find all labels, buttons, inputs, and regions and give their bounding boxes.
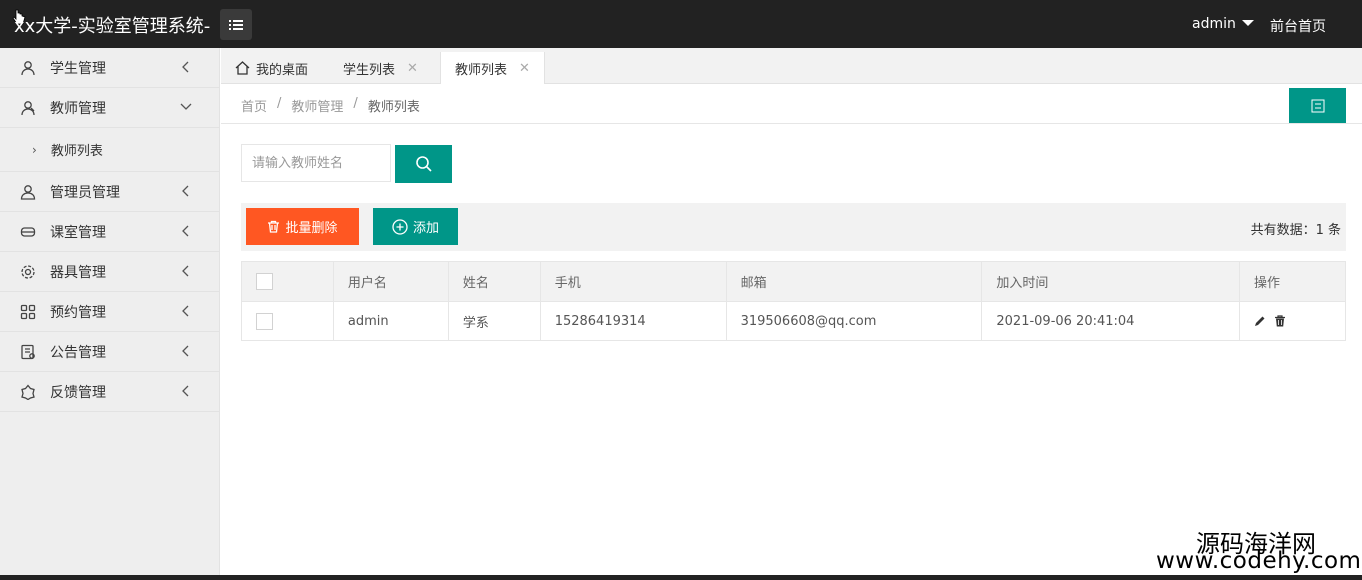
watermark-url: www.codehy.com <box>1156 548 1362 574</box>
breadcrumb-home[interactable]: 首页 <box>241 96 267 115</box>
sidebar-item-equipment[interactable]: 器具管理 <box>0 252 219 292</box>
feedback-icon <box>20 383 36 400</box>
chevron-left-icon <box>179 304 193 318</box>
cell-name: 学系 <box>447 301 541 341</box>
chevron-left-icon <box>179 384 193 398</box>
refresh-button[interactable] <box>1289 88 1346 123</box>
menu-toggle-button[interactable] <box>220 9 252 40</box>
caret-down-icon <box>1241 20 1254 26</box>
tab-label: 我的桌面 <box>256 62 309 78</box>
tab-label: 教师列表 <box>455 63 508 78</box>
tab-student-list[interactable]: 学生列表 ✕ <box>329 52 432 84</box>
chevron-left-icon <box>179 264 193 278</box>
breadcrumb-separator: / <box>277 96 282 111</box>
column-header: 加入时间 <box>981 261 1241 302</box>
chevron-left-icon <box>179 224 193 238</box>
tab-label: 学生列表 <box>343 62 396 78</box>
column-header: 操作 <box>1239 261 1346 302</box>
trash-icon[interactable] <box>1274 315 1286 327</box>
teacher-icon <box>20 100 36 116</box>
close-icon[interactable]: ✕ <box>519 61 530 76</box>
sidebar-item-classrooms[interactable]: 课室管理 <box>0 212 219 252</box>
sidebar-item-label: 管理员管理 <box>50 184 120 201</box>
app-title: xx大学-实验室管理系统- <box>14 16 211 37</box>
sidebar-item-label: 反馈管理 <box>50 384 106 401</box>
home-icon <box>235 61 250 75</box>
column-header: 姓名 <box>447 261 541 302</box>
tab-teacher-list[interactable]: 教师列表 ✕ <box>440 52 545 85</box>
user-name: admin <box>1192 16 1236 32</box>
gear-icon <box>20 264 36 280</box>
tab-bar: 我的桌面 学生列表 ✕ 教师列表 ✕ <box>221 48 1362 85</box>
list-icon <box>229 19 243 30</box>
table-toolbar: 批量删除 添加 共有数据：1 条 <box>241 203 1346 251</box>
admin-icon <box>20 184 36 200</box>
cell-email: 319506608@qq.com <box>725 301 983 341</box>
sidebar-item-reservations[interactable]: 预约管理 <box>0 292 219 332</box>
cell-phone: 15286419314 <box>539 301 727 341</box>
user-menu[interactable]: admin <box>1192 16 1254 32</box>
grid-icon <box>20 304 36 320</box>
breadcrumb-teacher-management[interactable]: 教师管理 <box>291 96 343 115</box>
sidebar-item-notices[interactable]: 公告管理 <box>0 332 219 372</box>
tab-desktop[interactable]: 我的桌面 <box>221 52 322 84</box>
column-header: 用户名 <box>332 261 449 302</box>
column-header: 手机 <box>539 261 727 302</box>
top-bar: xx大学-实验室管理系统- admin 前台首页 <box>0 0 1362 48</box>
table-row: admin 学系 15286419314 319506608@qq.com 20… <box>241 301 1346 341</box>
batch-delete-label: 批量删除 <box>285 221 338 236</box>
sidebar-subitem-label: 教师列表 <box>50 144 103 159</box>
breadcrumb: 首页 / 教师管理 / 教师列表 <box>241 96 420 115</box>
chevron-down-icon <box>179 100 193 114</box>
breadcrumb-separator: / <box>353 96 358 111</box>
chevron-left-icon <box>179 60 193 74</box>
cell-username: admin <box>332 301 449 341</box>
refresh-icon <box>1311 99 1324 112</box>
select-all-checkbox[interactable] <box>256 273 273 290</box>
add-button[interactable]: 添加 <box>373 208 458 245</box>
sidebar-item-feedback[interactable]: 反馈管理 <box>0 372 219 412</box>
add-label: 添加 <box>412 221 439 236</box>
batch-delete-button[interactable]: 批量删除 <box>246 208 359 245</box>
bottom-strip <box>0 575 1362 580</box>
sidebar-item-label: 器具管理 <box>50 264 106 281</box>
sidebar-item-students[interactable]: 学生管理 <box>0 48 219 88</box>
trash-icon <box>268 220 280 233</box>
select-all-cell <box>241 261 334 302</box>
chevron-left-icon <box>179 184 193 198</box>
front-home-link[interactable]: 前台首页 <box>1270 16 1326 36</box>
sidebar: 学生管理 教师管理 › 教师列表 管理员管理 课室管理 器具管理 预约管理 公告… <box>0 48 220 575</box>
chevron-right-icon: › <box>32 142 37 157</box>
plus-circle-icon <box>392 218 408 235</box>
search-input[interactable] <box>241 144 391 182</box>
close-icon[interactable]: ✕ <box>407 61 418 76</box>
teacher-table: 用户名 姓名 手机 邮箱 加入时间 操作 admin 学系 1528641931… <box>241 261 1346 341</box>
sidebar-subitem-teacher-list[interactable]: › 教师列表 <box>0 128 219 172</box>
column-header: 邮箱 <box>725 261 983 302</box>
chevron-left-icon <box>179 344 193 358</box>
sidebar-item-admins[interactable]: 管理员管理 <box>0 172 219 212</box>
edit-icon[interactable] <box>1254 315 1266 327</box>
row-select-cell <box>241 301 334 341</box>
sidebar-item-label: 教师管理 <box>50 100 106 117</box>
cell-actions <box>1239 301 1346 341</box>
row-checkbox[interactable] <box>256 312 273 330</box>
search-icon <box>415 156 432 172</box>
table-header-row: 用户名 姓名 手机 邮箱 加入时间 操作 <box>241 261 1346 302</box>
breadcrumb-current: 教师列表 <box>367 100 420 115</box>
total-count: 共有数据：1 条 <box>1250 223 1341 238</box>
sidebar-item-label: 课室管理 <box>50 224 106 241</box>
sidebar-item-label: 学生管理 <box>50 60 106 77</box>
breadcrumb-bar: 首页 / 教师管理 / 教师列表 <box>221 84 1362 124</box>
search-button[interactable] <box>395 145 452 183</box>
sidebar-item-label: 预约管理 <box>50 304 106 321</box>
classroom-icon <box>20 224 36 240</box>
user-icon <box>20 60 36 76</box>
cell-joined: 2021-09-06 20:41:04 <box>981 301 1241 341</box>
sidebar-item-teachers[interactable]: 教师管理 <box>0 88 219 128</box>
sidebar-item-label: 公告管理 <box>50 344 106 361</box>
notice-icon <box>20 344 36 360</box>
